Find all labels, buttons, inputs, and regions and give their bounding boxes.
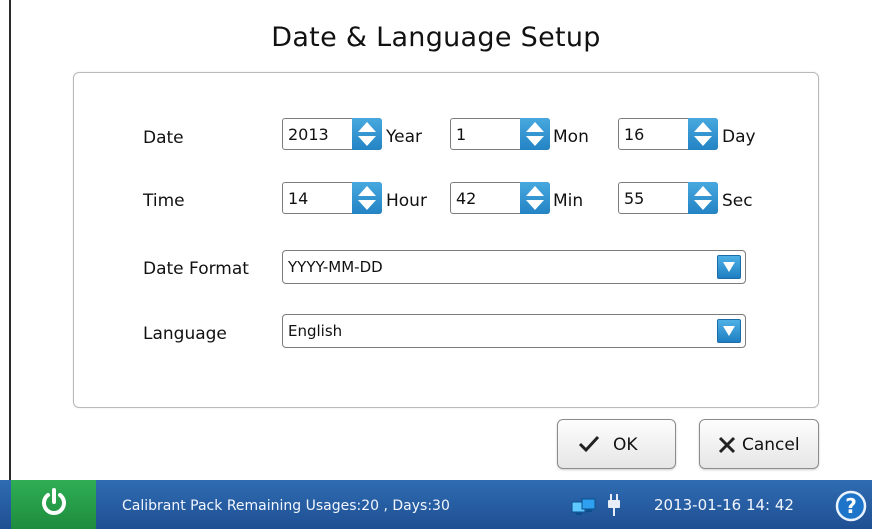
spin-arrows-icon: [358, 186, 376, 210]
page-title: Date & Language Setup: [271, 22, 601, 53]
status-datetime: 2013-01-16 14: 42: [654, 496, 794, 514]
spin-arrows-icon: [694, 122, 712, 146]
spin-arrows-icon: [526, 186, 544, 210]
spin-arrows-icon: [526, 122, 544, 146]
hour-unit: Hour: [386, 191, 427, 211]
plug-icon: [608, 494, 620, 516]
second-value: 55: [624, 189, 645, 208]
year-unit: Year: [386, 127, 422, 147]
spin-arrows-icon: [358, 122, 376, 146]
checkmark-icon: [578, 435, 600, 453]
time-label: Time: [143, 191, 185, 211]
date-format-dropdown-button[interactable]: [717, 255, 741, 279]
date-format-label: Date Format: [143, 259, 249, 279]
svg-text:?: ?: [845, 494, 857, 518]
language-value: English: [288, 322, 343, 340]
ok-button[interactable]: OK: [557, 419, 676, 469]
year-value: 2013: [288, 125, 329, 144]
second-unit: Sec: [722, 191, 753, 211]
cancel-label: Cancel: [742, 435, 800, 455]
day-value: 16: [624, 125, 645, 144]
date-format-select[interactable]: YYYY-MM-DD: [282, 250, 746, 284]
minute-unit: Min: [553, 191, 584, 211]
hour-spin-buttons[interactable]: [352, 182, 382, 214]
minute-spinner[interactable]: 42: [450, 182, 550, 214]
left-border: [9, 0, 11, 480]
hour-spinner[interactable]: 14: [282, 182, 382, 214]
month-unit: Mon: [553, 127, 589, 147]
close-icon: [718, 436, 736, 454]
hour-value: 14: [288, 189, 309, 208]
language-select[interactable]: English: [282, 314, 746, 348]
power-icon: [42, 488, 66, 515]
minute-spin-buttons[interactable]: [520, 182, 550, 214]
month-spin-buttons[interactable]: [520, 118, 550, 150]
year-spinner[interactable]: 2013: [282, 118, 382, 150]
network-icon: [571, 498, 596, 515]
language-dropdown-button[interactable]: [717, 319, 741, 343]
chevron-down-icon: [723, 262, 735, 272]
chevron-down-icon: [723, 326, 735, 336]
month-value: 1: [456, 125, 467, 144]
ok-label: OK: [613, 435, 638, 455]
minute-value: 42: [456, 189, 477, 208]
spin-arrows-icon: [694, 186, 712, 210]
date-format-value: YYYY-MM-DD: [288, 258, 383, 276]
power-button[interactable]: [11, 480, 96, 529]
screen: Date & Language Setup Date 2013 Year 1 M…: [0, 0, 872, 529]
second-spin-buttons[interactable]: [688, 182, 718, 214]
second-spinner[interactable]: 55: [618, 182, 718, 214]
date-label: Date: [143, 128, 184, 148]
day-spin-buttons[interactable]: [688, 118, 718, 150]
help-icon[interactable]: ?: [835, 490, 867, 522]
cancel-button[interactable]: Cancel: [699, 419, 819, 469]
language-label: Language: [143, 324, 227, 344]
year-spin-buttons[interactable]: [352, 118, 382, 150]
day-unit: Day: [722, 127, 756, 147]
status-message: Calibrant Pack Remaining Usages:20 , Day…: [122, 498, 450, 514]
month-spinner[interactable]: 1: [450, 118, 550, 150]
day-spinner[interactable]: 16: [618, 118, 718, 150]
